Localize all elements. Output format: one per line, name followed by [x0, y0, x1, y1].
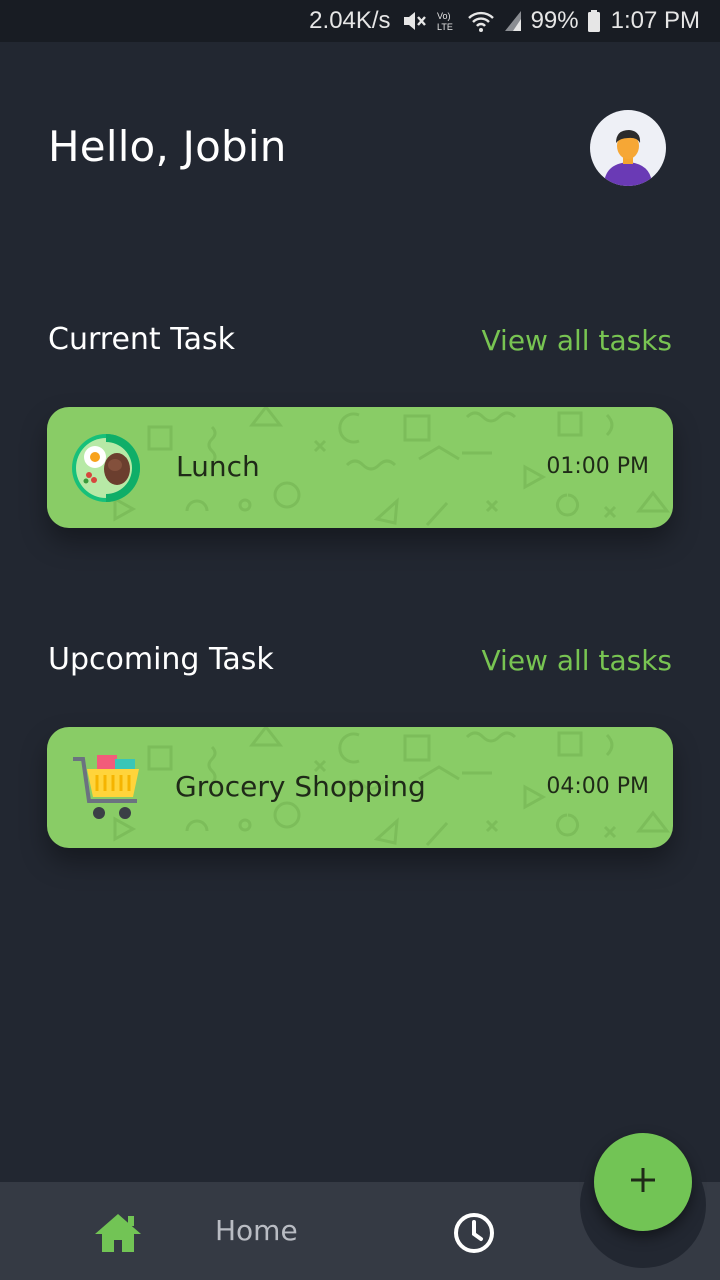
upcoming-task-title: Upcoming Task [48, 642, 274, 677]
battery-icon [587, 9, 601, 33]
clock-time: 1:07 PM [610, 7, 700, 34]
signal-icon [503, 9, 523, 33]
battery-percent: 99% [530, 7, 579, 34]
network-speed: 2.04K/s [309, 7, 391, 34]
nav-home-label[interactable]: Home [215, 1214, 298, 1247]
task-time: 04:00 PM [546, 774, 649, 799]
svg-text:Vo): Vo) [437, 11, 451, 21]
task-time: 01:00 PM [546, 454, 649, 479]
lunch-plate-icon [71, 433, 141, 503]
plus-icon [628, 1165, 658, 1199]
shopping-cart-icon [71, 753, 141, 823]
mute-icon [401, 9, 427, 33]
current-task-title: Current Task [48, 322, 235, 357]
volte-icon: Vo) LTE [435, 9, 459, 33]
clock-icon[interactable] [453, 1212, 495, 1258]
status-bar: 2.04K/s Vo) LTE 99% 1:07 PM [0, 0, 720, 42]
svg-text:LTE: LTE [437, 22, 453, 32]
task-name: Lunch [176, 450, 260, 483]
wifi-icon [467, 9, 495, 33]
current-task-card[interactable]: Lunch 01:00 PM [47, 407, 673, 528]
greeting-title: Hello, Jobin [48, 122, 287, 171]
user-avatar-icon[interactable] [590, 110, 666, 186]
task-name: Grocery Shopping [175, 770, 426, 803]
upcoming-task-card[interactable]: Grocery Shopping 04:00 PM [47, 727, 673, 848]
view-all-upcoming-link[interactable]: View all tasks [482, 644, 673, 677]
add-task-button[interactable] [594, 1133, 692, 1231]
home-icon[interactable] [93, 1212, 143, 1258]
view-all-current-link[interactable]: View all tasks [482, 324, 673, 357]
